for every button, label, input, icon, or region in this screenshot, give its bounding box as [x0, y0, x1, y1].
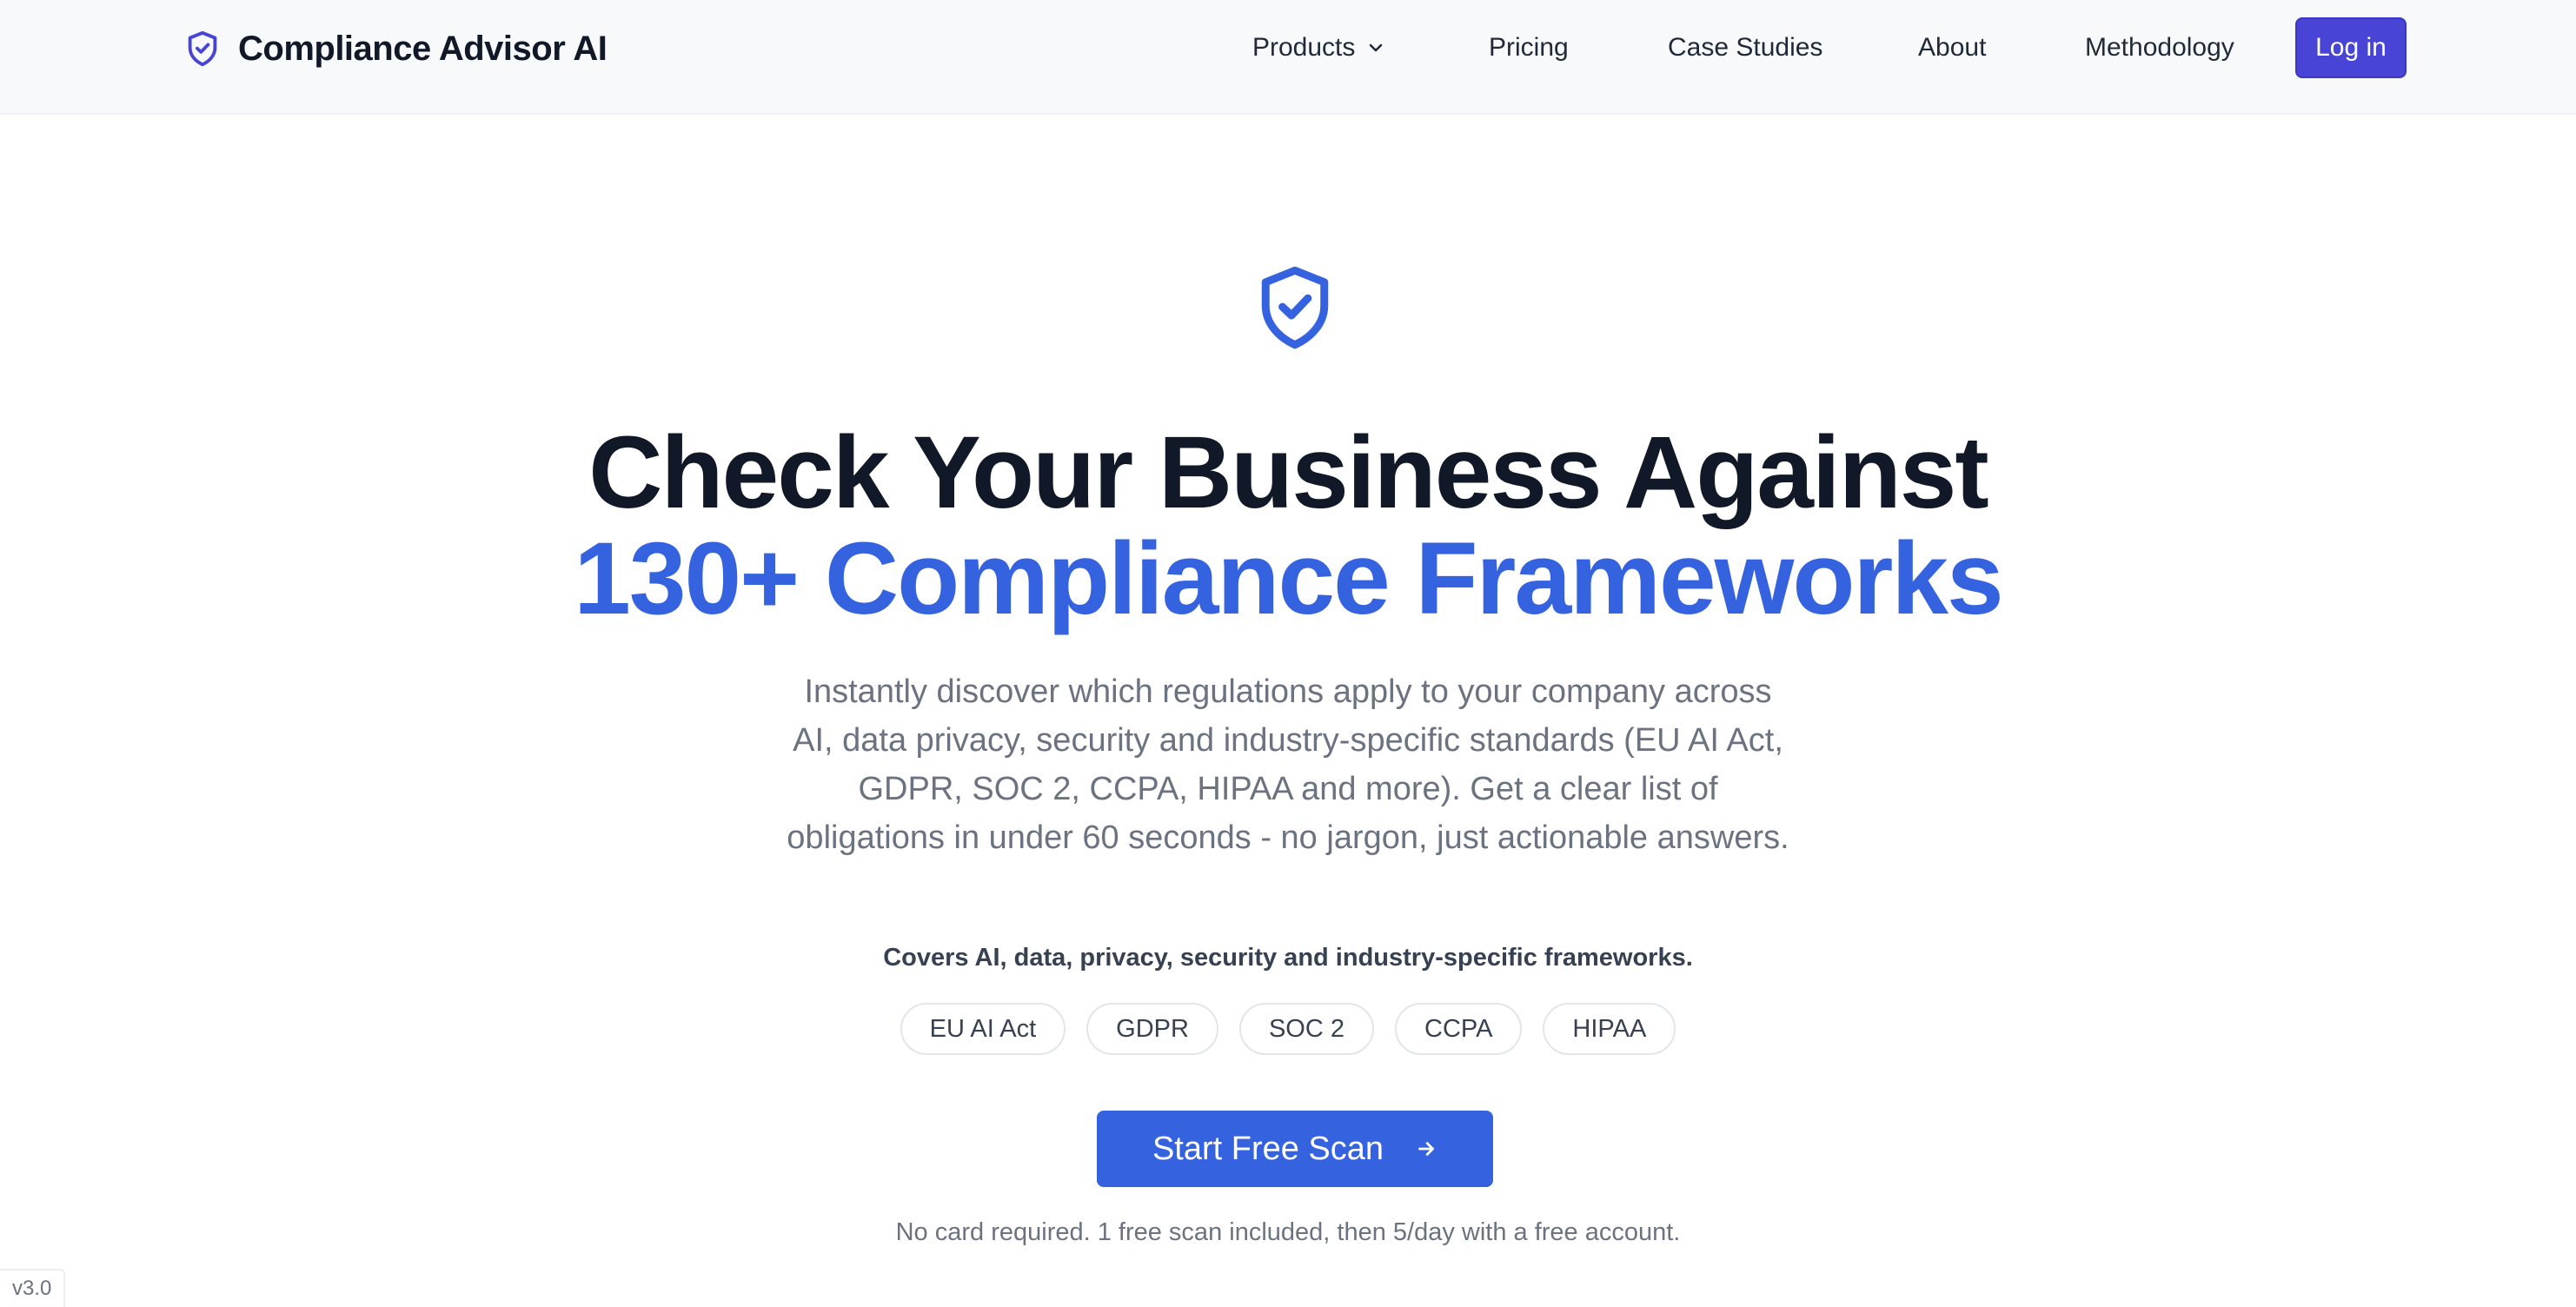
tag-ccpa: CCPA — [1395, 1003, 1523, 1055]
chevron-down-icon — [1370, 43, 1383, 52]
start-free-scan-button[interactable]: Start Free Scan — [1097, 1111, 1493, 1187]
hero-description: Instantly discover which regulations app… — [787, 673, 1789, 856]
top-navigation-bar: Compliance Advisor AI Products Pricing C… — [0, 0, 2576, 115]
hero-headline-line2: 130+ Compliance Frameworks — [574, 521, 2003, 636]
nav-products-label: Products — [1252, 33, 1356, 62]
tag-eu-ai-act: EU AI Act — [900, 1003, 1066, 1055]
nav-about-link[interactable]: About — [1918, 30, 1986, 66]
version-badge: v3.0 — [0, 1269, 66, 1307]
nav-products-dropdown[interactable]: Products — [1252, 30, 1386, 66]
tag-gdpr: GDPR — [1086, 1003, 1218, 1055]
shield-check-icon — [1261, 266, 1329, 349]
brand-name: Compliance Advisor AI — [238, 29, 607, 68]
nav-pricing-link[interactable]: Pricing — [1489, 30, 1569, 66]
arrow-right-icon — [1418, 1142, 1434, 1156]
hero-headline-line1: Check Your Business Against — [588, 415, 1988, 530]
frameworks-coverage-text: Covers AI, data, privacy, security and i… — [883, 944, 1693, 972]
shield-check-icon — [188, 30, 217, 67]
free-scan-note: No card required. 1 free scan included, … — [895, 1218, 1681, 1246]
nav-case-studies-link[interactable]: Case Studies — [1668, 30, 1822, 66]
start-free-scan-label: Start Free Scan — [1152, 1130, 1384, 1167]
framework-tags: EU AI Act GDPR SOC 2 CCPA HIPAA — [0, 1003, 2576, 1055]
tag-hipaa: HIPAA — [1543, 1003, 1676, 1055]
brand-logo[interactable]: Compliance Advisor AI — [183, 24, 607, 73]
nav-methodology-link[interactable]: Methodology — [2085, 30, 2234, 66]
tag-soc-2: SOC 2 — [1238, 1003, 1374, 1055]
login-button[interactable]: Log in — [2295, 17, 2407, 78]
